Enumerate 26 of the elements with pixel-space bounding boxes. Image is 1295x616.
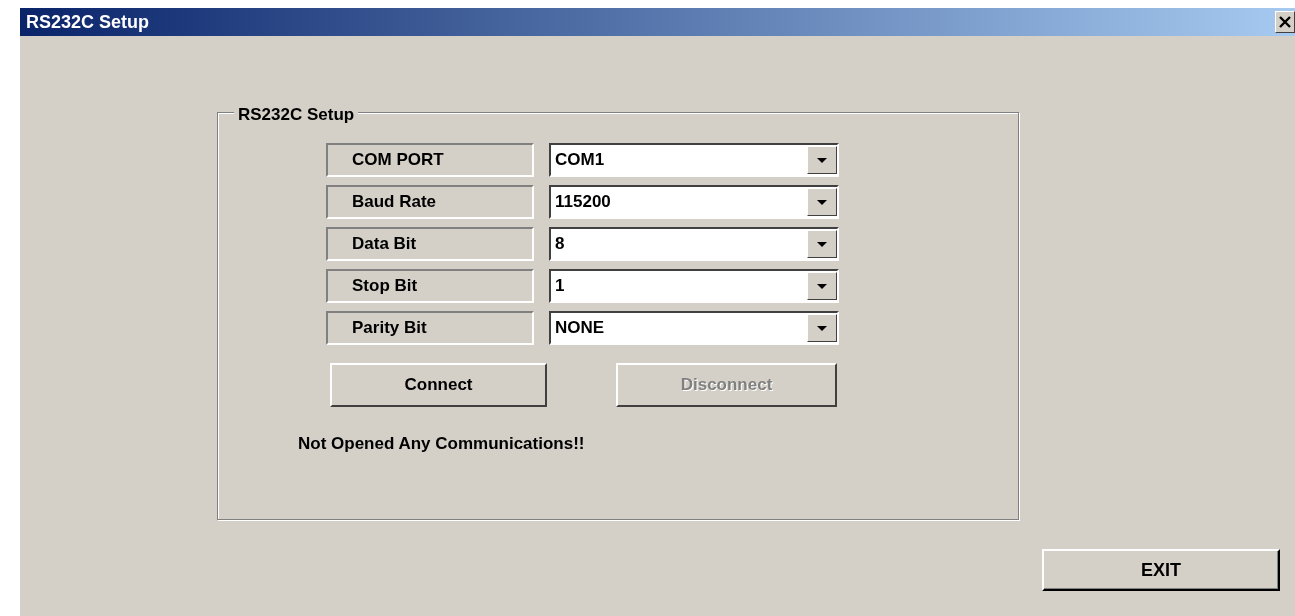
field-label: COM PORT [326, 143, 534, 177]
field-label: Stop Bit [326, 269, 534, 303]
window-title: RS232C Setup [26, 10, 150, 34]
dropdown-field[interactable]: NONE [549, 311, 839, 345]
caret-icon [817, 283, 827, 289]
connect-button[interactable]: Connect [330, 363, 547, 407]
close-icon [1279, 16, 1291, 28]
dropdown-field[interactable]: 115200 [549, 185, 839, 219]
close-button[interactable] [1275, 11, 1295, 33]
dropdown-button[interactable] [807, 146, 837, 174]
caret-icon [817, 199, 827, 205]
dropdown-button[interactable] [807, 188, 837, 216]
dropdown-button[interactable] [807, 272, 837, 300]
dropdown-button[interactable] [807, 314, 837, 342]
dropdown-field[interactable]: 8 [549, 227, 839, 261]
dropdown-button[interactable] [807, 230, 837, 258]
caret-icon [817, 325, 827, 331]
field-label: Data Bit [326, 227, 534, 261]
field-label: Parity Bit [326, 311, 534, 345]
status-message: Not Opened Any Communications!! [298, 433, 586, 455]
dropdown-field[interactable]: 1 [549, 269, 839, 303]
dropdown-field[interactable]: COM1 [549, 143, 839, 177]
caret-icon [817, 157, 827, 163]
caret-icon [817, 241, 827, 247]
field-label: Baud Rate [326, 185, 534, 219]
exit-button[interactable]: EXIT [1042, 549, 1280, 591]
